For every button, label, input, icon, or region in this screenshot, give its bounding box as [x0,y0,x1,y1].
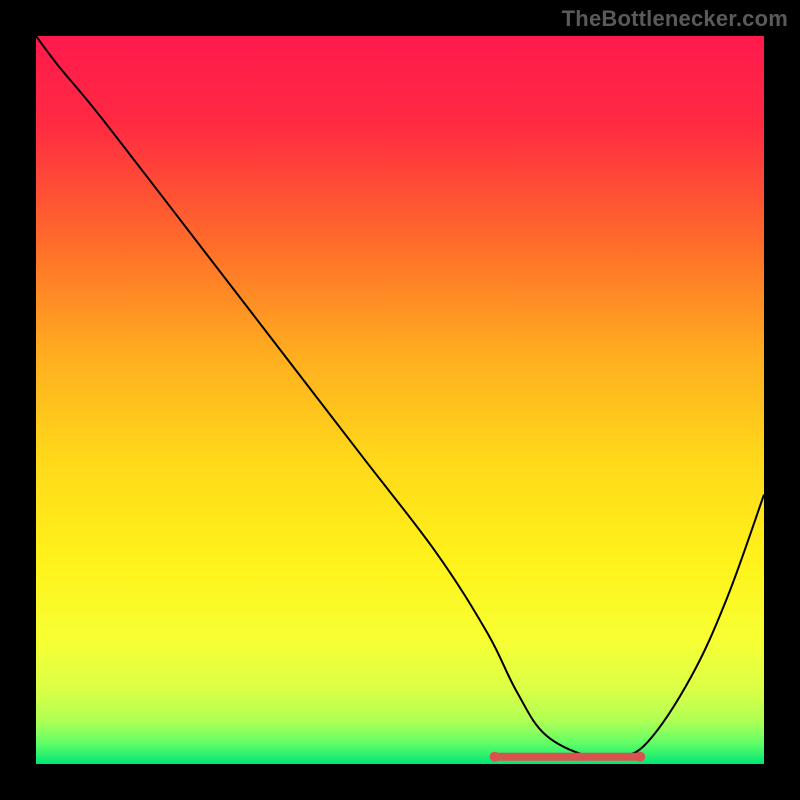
gradient-background [36,36,764,764]
optimal-range-endpoint-left [490,752,500,762]
optimal-range-endpoint-right [635,752,645,762]
bottleneck-chart [0,0,800,800]
chart-container: TheBottlenecker.com [0,0,800,800]
watermark-text: TheBottlenecker.com [562,6,788,32]
